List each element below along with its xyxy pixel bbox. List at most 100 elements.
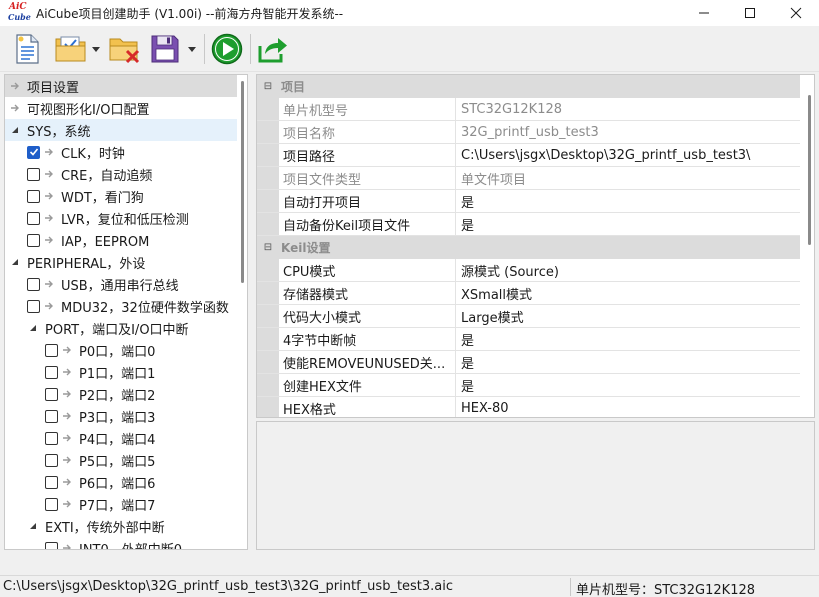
tree-checkbox[interactable] <box>45 387 58 401</box>
property-value[interactable]: 源模式 (Source) <box>456 259 800 281</box>
property-row[interactable]: 项目路径 C:\Users\jsgx\Desktop\32G_printf_usb… <box>257 144 800 167</box>
arrow-right-icon <box>61 344 73 356</box>
tree-checkbox[interactable] <box>45 497 58 511</box>
property-value[interactable]: 是 <box>456 213 800 235</box>
minimize-icon <box>699 12 709 14</box>
arrow-right-icon <box>9 80 21 92</box>
tree-item[interactable]: 可视图形化I/O口配置 <box>5 97 237 119</box>
config-tree[interactable]: 项目设置 可视图形化I/O口配置 SYS，系统 CLK，时钟 CRE，自动追频 WDT，看… <box>4 74 248 550</box>
export-button[interactable] <box>256 32 290 66</box>
property-row[interactable]: CPU模式 源模式 (Source) <box>257 259 800 282</box>
tree-expanded-icon[interactable] <box>27 520 39 532</box>
property-value[interactable]: 是 <box>456 190 800 212</box>
tree-item[interactable]: MDU32，32位硬件数学函数 <box>5 295 237 317</box>
property-name: 代码大小模式 <box>279 305 456 327</box>
tree-item[interactable]: INT0，外部中断0 <box>5 537 237 550</box>
tree-item[interactable]: P7口，端口7 <box>5 493 237 515</box>
new-project-button[interactable] <box>10 32 44 66</box>
close-button[interactable] <box>773 0 819 26</box>
property-row[interactable]: 4字节中断帧是 <box>257 328 800 351</box>
property-row[interactable]: 项目名称 32G_printf_usb_test3 <box>257 121 800 144</box>
tree-item[interactable]: P2口，端口2 <box>5 383 237 405</box>
property-row[interactable]: 创建HEX文件是 <box>257 374 800 397</box>
tree-checkbox[interactable] <box>27 145 40 159</box>
tree-item[interactable]: PORT，端口及I/O口中断 <box>5 317 237 339</box>
tree-expanded-icon[interactable] <box>9 124 21 136</box>
property-value[interactable]: 是 <box>456 351 800 373</box>
tree-item[interactable]: CLK，时钟 <box>5 141 237 163</box>
tree-checkbox[interactable] <box>45 431 58 445</box>
arrow-right-icon <box>61 454 73 466</box>
tree-item[interactable]: USB，通用串行总线 <box>5 273 237 295</box>
tree-checkbox[interactable] <box>45 409 58 423</box>
tree-checkbox[interactable] <box>27 277 40 291</box>
tree-checkbox[interactable] <box>27 233 40 247</box>
property-value[interactable]: 是 <box>456 328 800 350</box>
save-project-button[interactable] <box>148 32 182 66</box>
tree-scrollbar[interactable] <box>241 81 244 283</box>
tree-item[interactable]: CRE，自动追频 <box>5 163 237 185</box>
property-row[interactable]: 代码大小模式 Large模式 <box>257 305 800 328</box>
tree-checkbox[interactable] <box>45 365 58 379</box>
tree-item[interactable]: P1口，端口1 <box>5 361 237 383</box>
tree-item[interactable]: LVR，复位和低压检测 <box>5 207 237 229</box>
tree-item[interactable]: 项目设置 <box>5 75 237 97</box>
tree-item[interactable]: IAP，EEPROM <box>5 229 237 251</box>
tree-checkbox[interactable] <box>27 189 40 203</box>
collapse-icon[interactable]: ⊟ <box>257 242 279 253</box>
tree-checkbox[interactable] <box>27 167 40 181</box>
property-row[interactable]: 使能REMOVEUNUSED关... 是 <box>257 351 800 374</box>
tree-item[interactable]: EXTI，传统外部中断 <box>5 515 237 537</box>
arrow-right-icon <box>43 278 55 290</box>
folder-delete-icon <box>109 38 140 64</box>
property-value[interactable]: HEX-80 <box>456 397 800 417</box>
property-row[interactable]: 自动打开项目是 <box>257 190 800 213</box>
property-scrollbar[interactable] <box>808 95 811 245</box>
property-category-label: 项目 <box>281 80 306 94</box>
open-project-dropdown[interactable] <box>90 32 102 66</box>
collapse-icon[interactable]: ⊟ <box>257 81 279 92</box>
play-icon <box>211 33 243 65</box>
tree-item-label: INT0，外部中断0 <box>79 542 183 550</box>
property-value[interactable]: XSmall模式 <box>456 282 800 304</box>
property-row[interactable]: 自动备份Keil项目文件是 <box>257 213 800 236</box>
tree-item[interactable]: SYS，系统 <box>5 119 237 141</box>
run-button[interactable] <box>210 32 244 66</box>
open-folder-check-icon <box>55 36 86 62</box>
property-row[interactable]: 项目文件类型 单文件项目 <box>257 167 800 190</box>
property-category[interactable]: ⊟ 项目 <box>257 75 800 98</box>
property-value[interactable]: 是 <box>456 374 800 396</box>
close-project-button[interactable] <box>108 32 142 66</box>
tree-checkbox[interactable] <box>45 453 58 467</box>
property-gutter <box>257 259 279 281</box>
property-row[interactable]: 单片机型号 STC32G12K128 <box>257 98 800 121</box>
property-gutter <box>257 213 279 235</box>
tree-checkbox[interactable] <box>45 475 58 489</box>
tree-checkbox[interactable] <box>27 211 40 225</box>
tree-expanded-icon[interactable] <box>27 322 39 334</box>
property-name: 创建HEX文件 <box>279 374 456 396</box>
minimize-button[interactable] <box>681 0 727 26</box>
tree-item[interactable]: WDT，看门狗 <box>5 185 237 207</box>
tree-checkbox[interactable] <box>27 299 40 313</box>
property-value[interactable]: C:\Users\jsgx\Desktop\32G_printf_usb_tes… <box>456 144 800 166</box>
tree-item[interactable]: P6口，端口6 <box>5 471 237 493</box>
save-project-dropdown[interactable] <box>186 32 198 66</box>
logo-text-bottom: Cube <box>8 12 31 22</box>
property-category[interactable]: ⊟ Keil设置 <box>257 236 800 259</box>
tree-checkbox[interactable] <box>45 541 58 549</box>
property-row[interactable]: 存储器模式 XSmall模式 <box>257 282 800 305</box>
property-grid[interactable]: ⊟ 项目 单片机型号 STC32G12K128 项目名称 32G_printf_usb_t… <box>256 74 815 418</box>
tree-checkbox[interactable] <box>45 343 58 357</box>
tree-item[interactable]: P4口，端口4 <box>5 427 237 449</box>
property-row[interactable]: HEX格式 HEX-80 <box>257 397 800 417</box>
tree-item[interactable]: P5口，端口5 <box>5 449 237 471</box>
tree-item[interactable]: PERIPHERAL，外设 <box>5 251 237 273</box>
tree-item[interactable]: P0口，端口0 <box>5 339 237 361</box>
maximize-button[interactable] <box>727 0 773 26</box>
property-gutter <box>257 282 279 304</box>
tree-item[interactable]: P3口，端口3 <box>5 405 237 427</box>
open-project-button[interactable] <box>54 32 88 66</box>
tree-expanded-icon[interactable] <box>9 256 21 268</box>
property-value[interactable]: Large模式 <box>456 305 800 327</box>
